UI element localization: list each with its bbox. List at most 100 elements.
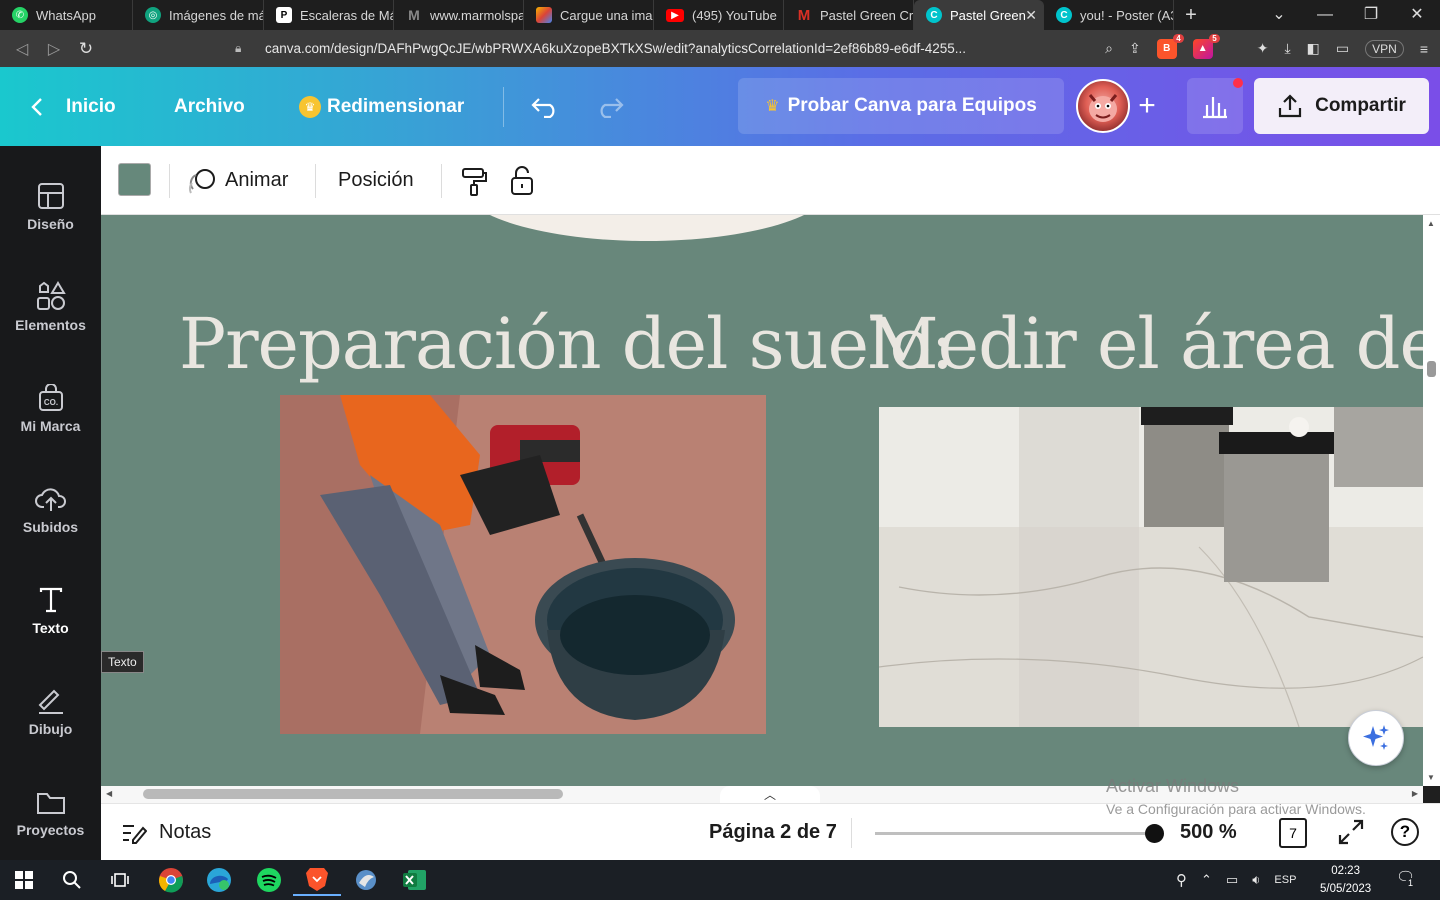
tab-whatsapp[interactable]: ✆ WhatsApp [0, 0, 133, 30]
vertical-scrollbar[interactable]: ▲ ▼ [1423, 215, 1440, 786]
sidebar-item-label: Proyectos [16, 822, 85, 838]
paint-roller-icon [462, 167, 487, 196]
sidebar-item-brand[interactable]: CO. Mi Marca [0, 348, 101, 448]
color-swatch-button[interactable] [118, 163, 151, 196]
clock[interactable]: 02:23 5/05/2023 [1320, 862, 1371, 898]
undo-button[interactable] [530, 67, 560, 146]
brave-app[interactable] [293, 864, 341, 896]
scroll-left-icon[interactable]: ◀ [106, 789, 112, 798]
download-icon[interactable]: ⤓ [1284, 40, 1290, 57]
heading-measure[interactable]: Medir el área del su [867, 303, 1423, 385]
scroll-down-icon[interactable]: ▼ [1427, 773, 1435, 782]
chevron-up-icon[interactable]: ⌃ [1201, 872, 1212, 888]
close-window-button[interactable]: ✕ [1394, 0, 1440, 30]
page-indicator[interactable]: Página 2 de 7 [709, 804, 837, 861]
element-toolbar: Animar Posición [101, 146, 1440, 215]
zoom-slider[interactable] [875, 832, 1155, 835]
photo-worker-mixing[interactable] [280, 395, 766, 734]
tab-close-icon[interactable]: ✕ [1025, 7, 1037, 24]
home-button[interactable]: Inicio [30, 67, 116, 146]
file-menu-button[interactable]: Archivo [174, 67, 245, 146]
notes-button[interactable]: Notas [121, 804, 211, 861]
minimize-button[interactable]: — [1302, 0, 1348, 30]
zoom-slider-knob[interactable] [1145, 824, 1164, 843]
menu-icon[interactable]: ≡ [1420, 41, 1428, 57]
sidebar-item-design[interactable]: Diseño [0, 146, 101, 246]
tab-stairs[interactable]: P Escaleras de Márm [264, 0, 394, 30]
add-member-button[interactable]: + [1126, 79, 1168, 133]
brave-shields-icon[interactable]: B4 [1156, 33, 1184, 59]
resize-button[interactable]: ♛ Redimensionar [299, 67, 464, 146]
chrome-app[interactable] [147, 864, 195, 896]
new-tab-button[interactable]: + [1174, 4, 1208, 27]
sidebar-item-elements[interactable]: Elementos [0, 247, 101, 347]
tab-marmolspain[interactable]: M www.marmolspai [394, 0, 524, 30]
sidebar-toggle-icon[interactable]: ◧ [1307, 40, 1320, 57]
reload-icon[interactable]: ↻ [70, 39, 102, 59]
redo-button[interactable] [595, 67, 625, 146]
back-arrow-icon[interactable]: ◁ [6, 39, 38, 59]
sidebar-item-draw[interactable]: Dibujo [0, 651, 101, 751]
tab-youtube[interactable]: ▶ (495) YouTube [654, 0, 784, 30]
help-icon[interactable]: ? [1391, 818, 1419, 846]
fullscreen-button[interactable] [1337, 818, 1365, 851]
page-drawer-toggle[interactable]: ︿ [720, 786, 820, 803]
home-label: Inicio [66, 95, 116, 117]
design-canvas[interactable]: Preparación del suelo: Medir el área del… [101, 215, 1423, 786]
scroll-right-icon[interactable]: ▶ [1412, 789, 1418, 798]
horizontal-scroll-thumb[interactable] [143, 789, 563, 799]
tab-poster[interactable]: C you! - Poster (A3 [1044, 0, 1174, 30]
vertical-scroll-thumb[interactable] [1427, 361, 1436, 377]
photo-marble-floor[interactable] [879, 407, 1423, 727]
pages-grid-button[interactable]: 7 [1279, 818, 1307, 848]
edge-app[interactable] [195, 864, 243, 896]
brave-rewards-icon[interactable]: ▲ 5 [1192, 33, 1220, 59]
network-icon[interactable]: ▭ [1226, 872, 1238, 888]
sidebar-item-uploads[interactable]: Subidos [0, 449, 101, 549]
volume-icon[interactable]: 🔉︎ [1252, 872, 1260, 888]
settings-app[interactable] [342, 864, 390, 896]
lock-button[interactable] [508, 146, 536, 215]
wallet-icon[interactable]: ▭ [1336, 40, 1349, 57]
notification-center-button[interactable]: 🗨︎ 1 [1396, 868, 1415, 888]
url-field[interactable]: 🔒︎ canva.com/design/DAFhPwgQcJE/wbPRWXA6… [235, 35, 1030, 63]
avatar[interactable] [1076, 79, 1130, 133]
share-page-icon[interactable]: ⇪ [1129, 40, 1141, 57]
copy-style-button[interactable] [459, 146, 489, 215]
heading-preparation[interactable]: Preparación del suelo: [179, 303, 954, 385]
canva-icon: C [1056, 7, 1072, 23]
zoom-icon[interactable]: ⌕ [1105, 40, 1113, 57]
scroll-up-icon[interactable]: ▲ [1427, 219, 1435, 228]
window-controls: ⌄ — ❐ ✕ [1256, 0, 1440, 30]
task-view-button[interactable] [96, 864, 144, 896]
tab-images[interactable]: ◎ Imágenes de már [133, 0, 264, 30]
spotify-app[interactable] [245, 864, 293, 896]
vpn-button[interactable]: VPN [1365, 39, 1404, 58]
language-indicator[interactable]: ESP [1274, 874, 1296, 886]
magic-assistant-button[interactable] [1348, 710, 1404, 766]
people-icon[interactable]: ⚲ [1176, 871, 1187, 889]
url-text: canva.com/design/DAFhPwgQcJE/wbPRWXA6kuX… [265, 41, 966, 56]
browser-tab-bar: ✆ WhatsApp ◎ Imágenes de már P Escaleras… [0, 0, 1440, 30]
restore-button[interactable]: ❐ [1348, 0, 1394, 30]
animate-button[interactable]: Animar [187, 146, 288, 215]
tab-label: Pastel Green [950, 7, 1026, 23]
sidebar-item-projects[interactable]: Proyectos [0, 752, 101, 852]
excel-app[interactable] [391, 864, 439, 896]
try-teams-button[interactable]: ♛ Probar Canva para Equipos [738, 78, 1064, 134]
search-button[interactable] [48, 864, 96, 896]
sidebar-item-text[interactable]: Texto [0, 550, 101, 650]
extensions-icon[interactable]: ✦ [1257, 40, 1269, 57]
tab-gmail[interactable]: M Pastel Green Crea [784, 0, 914, 30]
windows-start-button[interactable] [0, 864, 48, 896]
forward-arrow-icon[interactable]: ▷ [38, 39, 70, 59]
p-site-icon: P [276, 7, 292, 23]
tab-search-chevron-icon[interactable]: ⌄ [1256, 0, 1302, 30]
position-button[interactable]: Posición [338, 146, 414, 215]
lock-icon: 🔒︎ [235, 41, 242, 55]
watermark-title: Activar Windows [1106, 776, 1240, 796]
tab-pastel-green-active[interactable]: C Pastel Green ✕ [914, 0, 1044, 30]
tab-upload-image[interactable]: Cargue una imag [524, 0, 654, 30]
folder-icon [36, 793, 65, 814]
share-button[interactable]: Compartir [1254, 78, 1429, 134]
